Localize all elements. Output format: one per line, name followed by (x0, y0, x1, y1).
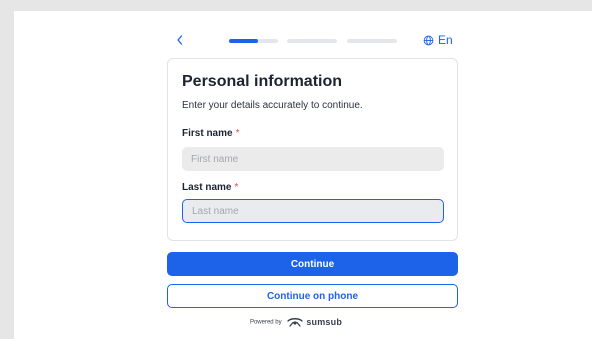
required-mark: * (234, 182, 239, 193)
page-subtitle: Enter your details accurately to continu… (182, 100, 363, 111)
language-label: En (438, 33, 453, 47)
last-name-label: Last name * (182, 182, 238, 193)
last-name-input[interactable] (182, 199, 444, 223)
progress-step-1 (229, 39, 278, 43)
step-header: En (167, 30, 458, 50)
progress-step-3 (347, 39, 397, 43)
powered-by-footer: Powered by sumsub (0, 317, 592, 327)
brand-name: sumsub (306, 317, 343, 327)
powered-by-text: Powered by (249, 319, 282, 326)
back-button[interactable] (172, 32, 188, 48)
continue-on-phone-button[interactable]: Continue on phone (167, 284, 458, 308)
page-title: Personal information (182, 73, 343, 90)
required-mark: * (235, 128, 240, 139)
brand-logo: sumsub (287, 317, 342, 327)
chevron-left-icon (177, 35, 183, 45)
continue-button[interactable]: Continue (167, 252, 458, 276)
last-name-label-text: Last name (182, 182, 232, 193)
personal-info-card: Personal information Enter your details … (167, 58, 458, 241)
progress-step-1-fill (229, 39, 259, 43)
first-name-input[interactable] (182, 147, 444, 171)
sumsub-logo-icon (287, 318, 304, 327)
first-name-label: First name * (182, 128, 239, 139)
first-name-label-text: First name (182, 128, 233, 139)
progress-step-2 (287, 39, 337, 43)
globe-icon (423, 35, 434, 45)
language-selector[interactable]: En (423, 32, 453, 48)
